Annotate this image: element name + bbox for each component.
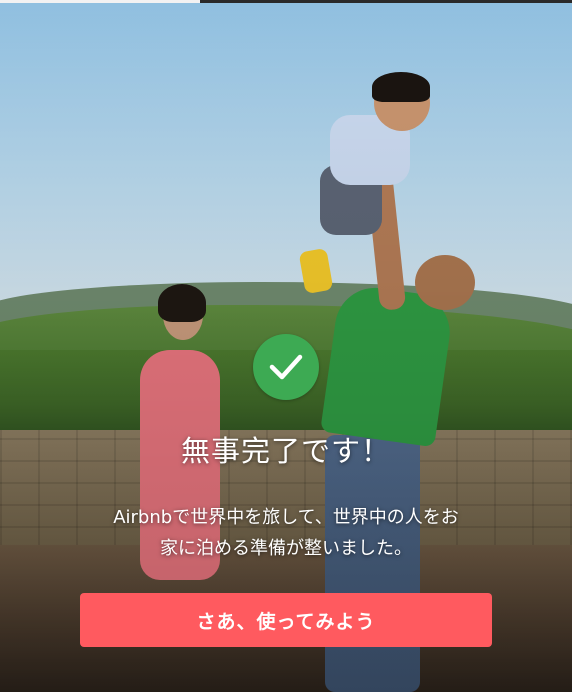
checkmark-icon (269, 354, 303, 380)
get-started-button[interactable]: さあ、使ってみよう (80, 593, 492, 647)
completion-message-line-2: 家に泊める準備が整いました。 (160, 538, 412, 559)
success-badge (253, 334, 319, 400)
top-edge-strip (0, 0, 572, 3)
onboarding-complete-screen: 無事完了です！ Airbnbで世界中を旅して、世界中の人をお 家に泊める準備が整… (0, 0, 572, 692)
completion-message: Airbnbで世界中を旅して、世界中の人をお 家に泊める準備が整いました。 (70, 502, 502, 564)
completion-message-line-1: Airbnbで世界中を旅して、世界中の人をお (113, 507, 459, 528)
completion-title: 無事完了です！ (180, 434, 391, 468)
